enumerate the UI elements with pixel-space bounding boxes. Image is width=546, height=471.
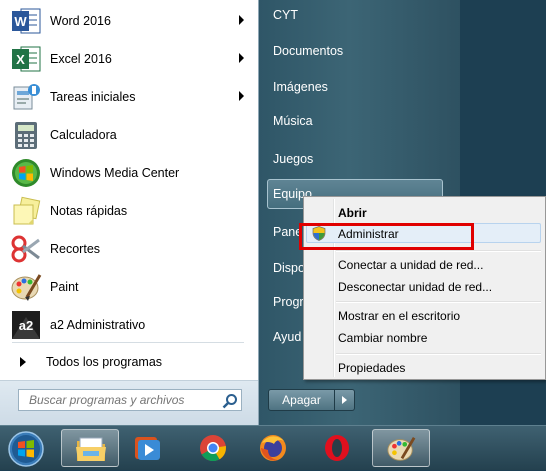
paint-icon	[386, 434, 416, 467]
music-link[interactable]: Música	[273, 114, 313, 128]
menu-divider	[336, 353, 541, 355]
program-label: Paint	[50, 280, 79, 294]
all-programs-label: Todos los programas	[46, 355, 163, 369]
help-support-link[interactable]: Ayud	[273, 330, 301, 344]
menu-item-open[interactable]: Abrir	[338, 206, 367, 220]
taskbar-opera[interactable]	[308, 429, 366, 467]
svg-text:X: X	[16, 52, 25, 67]
submenu-arrow-icon[interactable]	[239, 15, 244, 25]
all-programs-button[interactable]: Todos los programas	[6, 350, 252, 374]
svg-text:a2: a2	[19, 318, 33, 333]
pictures-link[interactable]: Imágenes	[273, 80, 328, 94]
program-sticky-notes[interactable]: Notas rápidas	[6, 193, 252, 229]
program-label: Tareas iniciales	[50, 90, 136, 104]
paint-icon	[10, 271, 42, 303]
file-explorer-icon	[75, 435, 107, 466]
menu-divider	[336, 250, 541, 252]
calculator-icon	[10, 119, 42, 151]
default-programs-link[interactable]: Progr	[273, 295, 304, 309]
program-a2-administrativo[interactable]: a2 a2 Administrativo	[6, 307, 252, 343]
search-area	[0, 380, 258, 426]
documents-link[interactable]: Documentos	[273, 44, 343, 58]
taskbar-paint[interactable]	[372, 429, 430, 467]
menu-divider	[336, 301, 541, 303]
taskbar-explorer[interactable]	[61, 429, 119, 467]
taskbar-chrome[interactable]	[185, 429, 243, 467]
taskbar-firefox[interactable]	[245, 429, 303, 467]
taskbar-media-player[interactable]	[118, 429, 176, 467]
media-center-icon	[10, 157, 42, 189]
expand-arrow-icon	[20, 357, 26, 367]
program-word[interactable]: W Word 2016	[6, 3, 252, 39]
shutdown-button[interactable]: Apagar	[268, 389, 335, 411]
sticky-notes-icon	[10, 195, 42, 227]
search-icon[interactable]	[222, 393, 238, 409]
program-label: Notas rápidas	[50, 204, 128, 218]
shutdown-options-button[interactable]	[335, 389, 355, 411]
search-input[interactable]	[18, 389, 242, 411]
program-getting-started[interactable]: Tareas iniciales	[6, 79, 252, 115]
word-icon: W	[10, 5, 42, 37]
firefox-icon	[258, 433, 288, 466]
menu-item-show-desktop[interactable]: Mostrar en el escritorio	[338, 309, 460, 323]
program-snipping-tool[interactable]: Recortes	[6, 231, 252, 267]
program-label: Word 2016	[50, 14, 111, 28]
games-link[interactable]: Juegos	[273, 152, 313, 166]
program-label: Recortes	[50, 242, 101, 256]
menu-divider	[12, 342, 244, 343]
snipping-tool-icon	[10, 233, 42, 265]
devices-printers-link[interactable]: Dispo	[273, 261, 305, 275]
user-folder-link[interactable]: CYT	[273, 8, 298, 22]
media-player-icon	[132, 434, 162, 465]
program-excel[interactable]: X Excel 2016	[6, 41, 252, 77]
program-media-center[interactable]: Windows Media Center	[6, 155, 252, 191]
getting-started-icon	[10, 81, 42, 113]
chrome-icon	[198, 433, 228, 466]
submenu-arrow-icon[interactable]	[239, 91, 244, 101]
highlight-annotation-frame	[299, 223, 474, 250]
control-panel-link[interactable]: Pane	[273, 225, 302, 239]
menu-item-map-drive[interactable]: Conectar a unidad de red...	[338, 258, 483, 272]
start-orb[interactable]	[6, 430, 46, 468]
submenu-arrow-icon[interactable]	[239, 53, 244, 63]
svg-text:W: W	[14, 14, 27, 29]
program-label: Calculadora	[50, 128, 117, 142]
menu-item-disconnect-drive[interactable]: Desconectar unidad de red...	[338, 280, 492, 294]
program-paint[interactable]: Paint	[6, 269, 252, 305]
program-label: Windows Media Center	[50, 166, 180, 180]
shutdown-label: Apagar	[282, 393, 321, 407]
a2-icon: a2	[10, 309, 42, 341]
menu-item-properties[interactable]: Propiedades	[338, 361, 405, 375]
excel-icon: X	[10, 43, 42, 75]
start-menu-programs-panel: W Word 2016 X Excel 2016 Tareas iniciale…	[0, 0, 259, 426]
program-label: a2 Administrativo	[50, 318, 146, 332]
menu-item-rename[interactable]: Cambiar nombre	[338, 331, 427, 345]
opera-icon	[322, 433, 352, 466]
program-calculator[interactable]: Calculadora	[6, 117, 252, 153]
program-label: Excel 2016	[50, 52, 112, 66]
